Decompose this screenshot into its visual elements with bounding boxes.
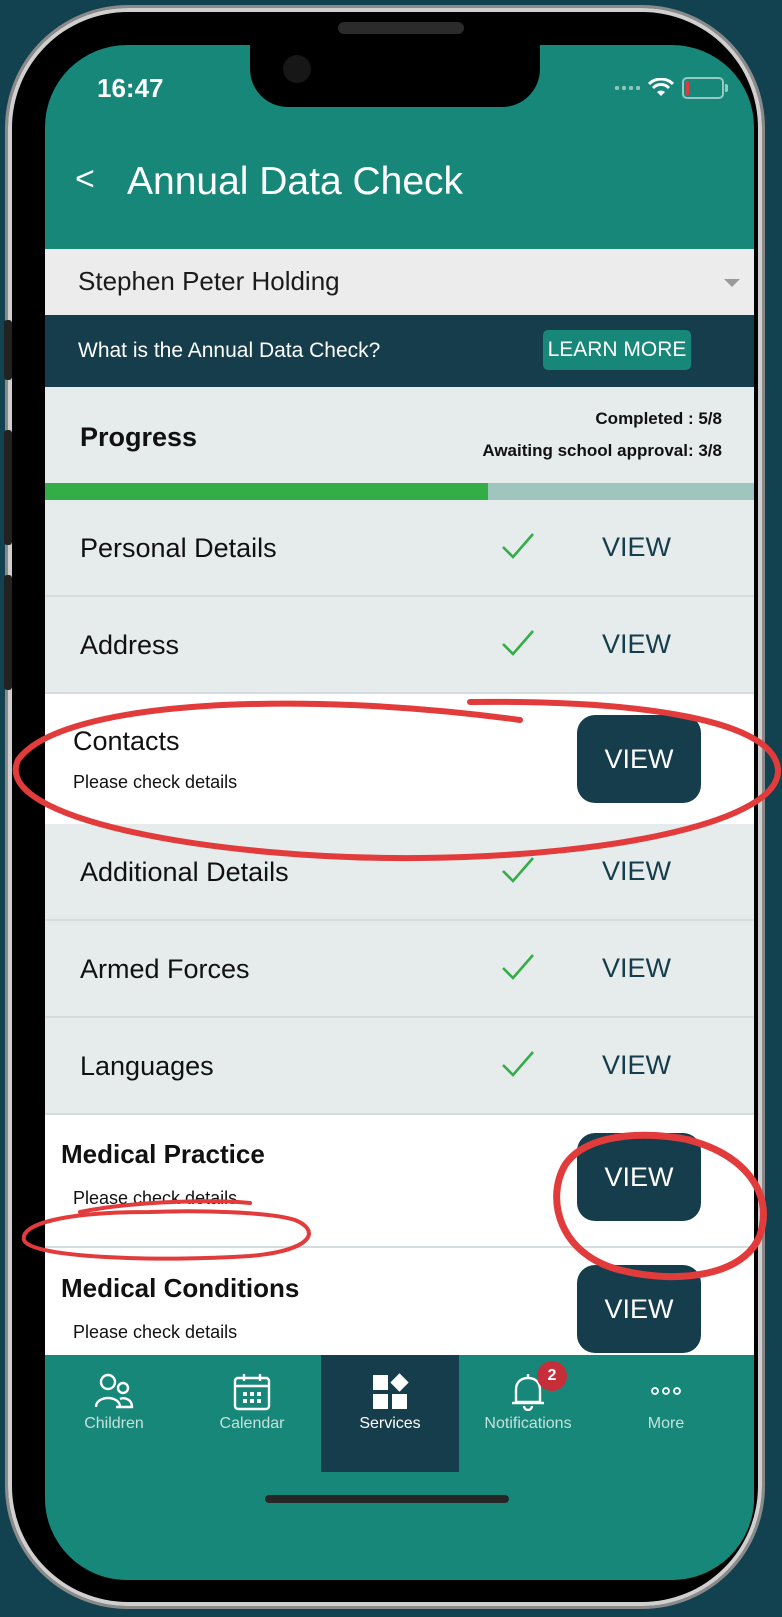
- section-row-medical-practice[interactable]: Medical Practice Please check details VI…: [45, 1115, 754, 1248]
- page-title: Annual Data Check: [127, 160, 464, 203]
- view-button[interactable]: VIEW: [577, 1265, 701, 1353]
- section-title: Languages: [80, 1051, 214, 1081]
- view-link[interactable]: VIEW: [602, 1050, 671, 1081]
- tab-label: More: [647, 1415, 685, 1432]
- learn-more-button[interactable]: LEARN MORE: [543, 330, 691, 370]
- more-icon: [651, 1387, 681, 1395]
- checkmark-icon: [502, 954, 534, 980]
- signal-icon: [615, 86, 640, 90]
- side-button: [4, 430, 12, 545]
- section-row-contacts[interactable]: Contacts Please check details VIEW: [45, 694, 754, 826]
- progress-panel: Progress Completed : 5/8 Awaiting school…: [45, 387, 754, 483]
- info-banner-text: What is the Annual Data Check?: [78, 339, 381, 362]
- side-button: [4, 575, 12, 690]
- section-row-personal-details[interactable]: Personal Details VIEW: [45, 500, 754, 597]
- completed-count: Completed : 5/8: [595, 409, 722, 428]
- camera-icon: [283, 55, 311, 83]
- section-title: Medical Conditions: [61, 1273, 300, 1303]
- status-time: 16:47: [97, 73, 164, 103]
- info-banner: What is the Annual Data Check? LEARN MOR…: [45, 315, 754, 387]
- progress-bar: [45, 483, 754, 500]
- tab-label: Notifications: [484, 1415, 572, 1432]
- side-button: [4, 320, 12, 380]
- progress-bar-fill: [45, 483, 489, 500]
- checkmark-icon: [502, 533, 534, 559]
- speaker-grille: [338, 22, 464, 34]
- section-title: Medical Practice: [61, 1139, 265, 1169]
- services-icon: [373, 1373, 409, 1409]
- view-link[interactable]: VIEW: [602, 532, 671, 563]
- section-title: Personal Details: [80, 533, 277, 563]
- view-link[interactable]: VIEW: [602, 856, 671, 887]
- checkmark-icon: [502, 857, 534, 883]
- status-icons: [615, 77, 728, 99]
- view-link[interactable]: VIEW: [602, 629, 671, 660]
- tab-label: Calendar: [219, 1415, 285, 1432]
- calendar-icon: [233, 1374, 271, 1411]
- view-link[interactable]: VIEW: [602, 953, 671, 984]
- tab-services[interactable]: Services: [321, 1355, 459, 1472]
- checkmark-icon: [502, 1051, 534, 1077]
- tab-label: Children: [84, 1415, 144, 1432]
- tab-label: Services: [359, 1415, 421, 1432]
- notification-badge: 2: [537, 1361, 567, 1391]
- view-button[interactable]: VIEW: [577, 715, 701, 803]
- child-picker-value: Stephen Peter Holding: [78, 266, 340, 296]
- app-screen: 16:47 < Annual Data Check Stephen Peter …: [45, 45, 754, 1580]
- checkmark-icon: [502, 630, 534, 656]
- progress-label: Progress: [80, 422, 198, 452]
- view-button[interactable]: VIEW: [577, 1133, 701, 1221]
- section-title: Additional Details: [80, 857, 289, 887]
- section-subtitle: Please check details: [73, 772, 238, 792]
- section-title: Armed Forces: [80, 954, 250, 984]
- children-icon: [94, 1373, 134, 1409]
- section-subtitle: Please check details: [73, 1322, 238, 1342]
- battery-icon: [682, 77, 728, 99]
- section-row-armed-forces[interactable]: Armed Forces VIEW: [45, 921, 754, 1018]
- wifi-icon: [648, 78, 674, 96]
- child-picker[interactable]: Stephen Peter Holding: [45, 249, 754, 315]
- section-row-languages[interactable]: Languages VIEW: [45, 1018, 754, 1115]
- chevron-down-icon: [724, 279, 740, 287]
- notch: [250, 45, 540, 107]
- tab-children[interactable]: Children: [45, 1355, 183, 1472]
- awaiting-count: Awaiting school approval: 3/8: [482, 441, 722, 460]
- section-row-additional-details[interactable]: Additional Details VIEW: [45, 824, 754, 921]
- tab-notifications[interactable]: 2 Notifications: [459, 1355, 597, 1472]
- section-subtitle: Please check details: [73, 1188, 238, 1208]
- tab-bar: Children Calendar Services 2 Notificatio…: [45, 1355, 754, 1580]
- page-header: < Annual Data Check: [45, 140, 754, 250]
- home-indicator: [265, 1495, 509, 1503]
- back-button[interactable]: <: [75, 160, 95, 199]
- section-title: Address: [80, 630, 180, 660]
- tab-calendar[interactable]: Calendar: [183, 1355, 321, 1472]
- section-row-address[interactable]: Address VIEW: [45, 597, 754, 694]
- section-row-medical-conditions[interactable]: Medical Conditions Please check details …: [45, 1248, 754, 1355]
- section-title: Contacts: [73, 726, 180, 756]
- tab-more[interactable]: More: [597, 1355, 735, 1472]
